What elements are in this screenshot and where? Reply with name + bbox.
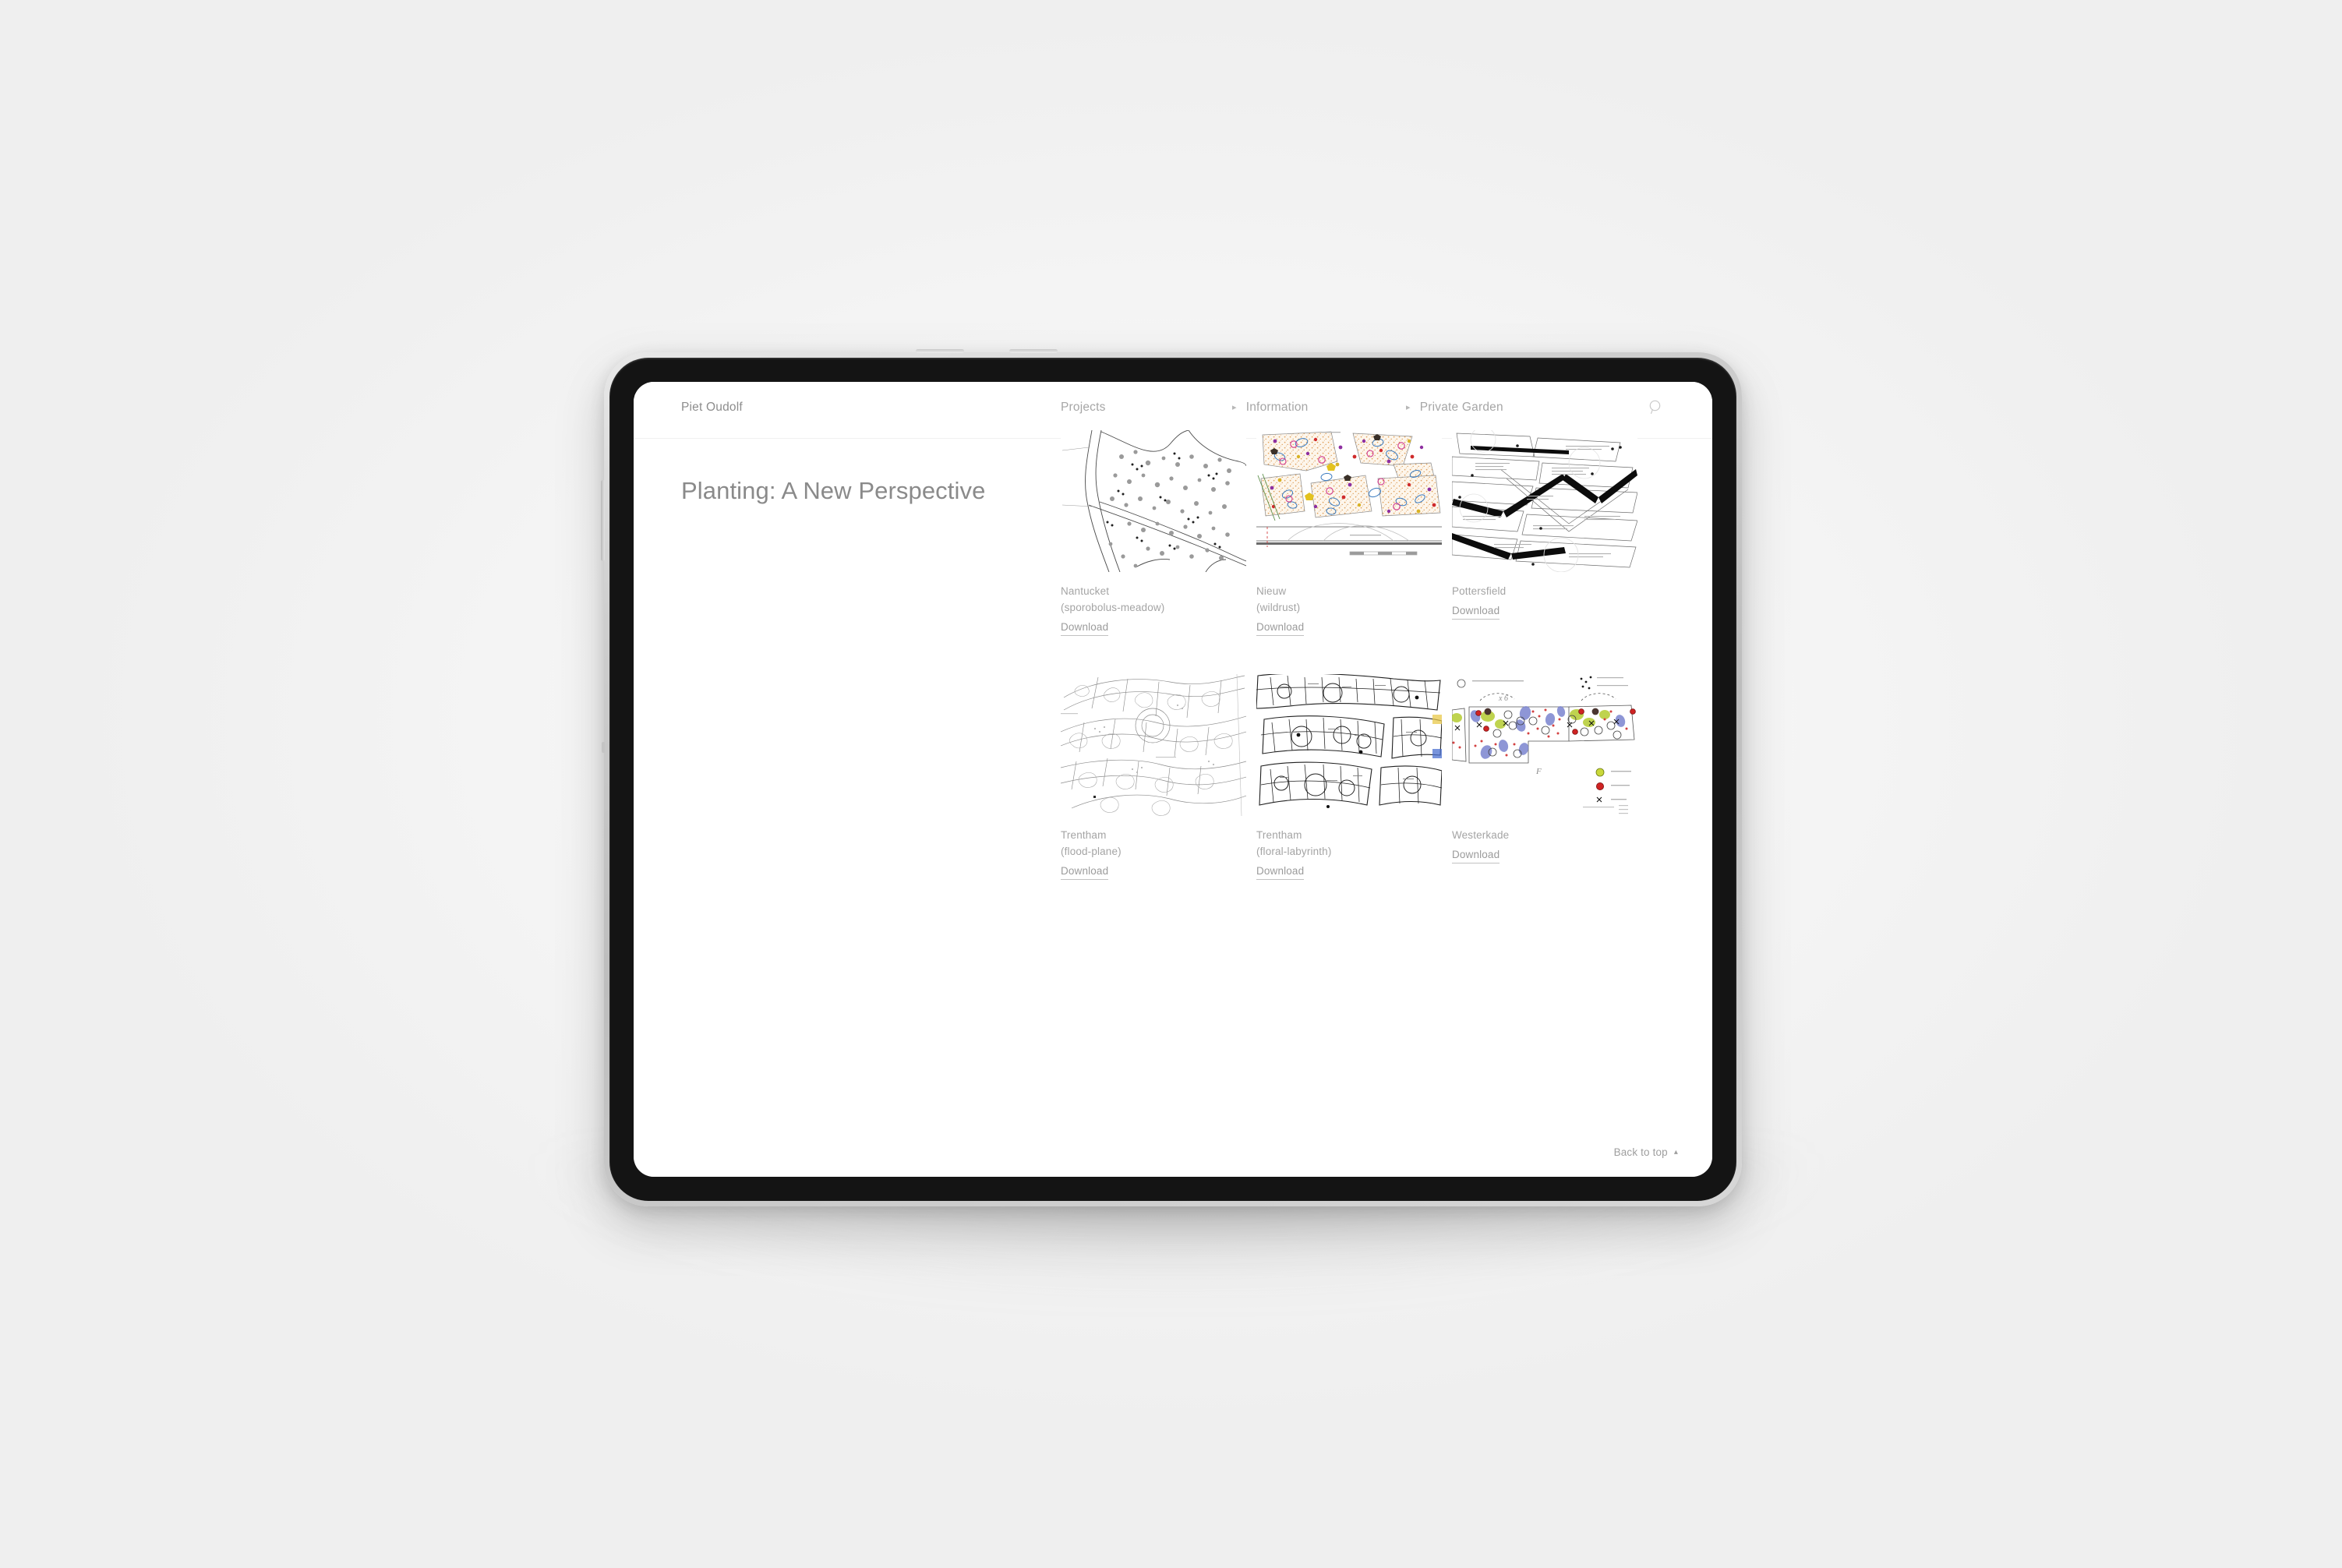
- download-link[interactable]: Download: [1452, 602, 1500, 620]
- chevron-up-icon: ▴: [1673, 1147, 1678, 1157]
- device-screen: Piet Oudolf Projects ▸ Information ▸ Pri…: [634, 382, 1712, 1177]
- plan-caption: Nantucket (sporobolus-meadow) Download: [1061, 572, 1246, 636]
- camera-dot-icon: [602, 742, 605, 753]
- plan-title: Trentham: [1256, 829, 1302, 841]
- chevron-right-icon: ▸: [1232, 402, 1237, 412]
- back-to-top-link[interactable]: Back to top ▴: [1614, 1146, 1678, 1158]
- site-brand[interactable]: Piet Oudolf: [681, 401, 743, 415]
- plan-title: Nieuw: [1256, 585, 1287, 597]
- plan-grid-row: Trentham (flood-plane) Download Trentham…: [1061, 674, 1637, 880]
- plan-caption: Pottersfield Download: [1452, 572, 1637, 620]
- search-icon[interactable]: [1646, 397, 1666, 418]
- page-title: Planting: A New Perspective: [681, 477, 986, 504]
- plan-card-trentham-flood-plane[interactable]: Trentham (flood-plane) Download: [1061, 674, 1246, 880]
- tablet-device: Piet Oudolf Projects ▸ Information ▸ Pri…: [601, 349, 1742, 1206]
- chevron-right-icon: ▸: [1406, 402, 1411, 412]
- nav-item-information[interactable]: ▸ Information: [1232, 401, 1308, 415]
- device-bezel: Piet Oudolf Projects ▸ Information ▸ Pri…: [609, 358, 1736, 1201]
- plan-caption: Trentham (floral-labyrinth) Download: [1256, 816, 1442, 880]
- nav-label-private-garden: Private Garden: [1419, 401, 1503, 414]
- plan-thumbnail-pottersfield[interactable]: [1452, 430, 1637, 572]
- download-link[interactable]: Download: [1061, 863, 1109, 880]
- plan-thumbnail-westerkade[interactable]: F x 6: [1452, 674, 1637, 816]
- plan-caption: Trentham (flood-plane) Download: [1061, 816, 1246, 880]
- download-link[interactable]: Download: [1061, 619, 1109, 636]
- plan-card-pottersfield[interactable]: Pottersfield Download: [1452, 430, 1637, 636]
- plan-title: Nantucket: [1061, 585, 1110, 597]
- top-button-secondary[interactable]: [1009, 349, 1058, 353]
- plan-subtitle: (wildrust): [1256, 602, 1301, 613]
- plan-thumbnail-nieuw[interactable]: [1256, 430, 1442, 572]
- webpage: Piet Oudolf Projects ▸ Information ▸ Pri…: [634, 382, 1712, 1177]
- plan-thumbnail-nantucket[interactable]: [1061, 430, 1246, 572]
- download-link[interactable]: Download: [1452, 846, 1500, 863]
- plan-title: Trentham: [1061, 829, 1107, 841]
- volume-button[interactable]: [601, 480, 605, 561]
- download-link[interactable]: Download: [1256, 619, 1305, 636]
- power-button[interactable]: [916, 349, 964, 353]
- plan-subtitle: (floral-labyrinth): [1256, 846, 1332, 857]
- plan-thumbnail-trentham-floral-labyrinth[interactable]: [1256, 674, 1442, 816]
- plan-title: Westerkade: [1452, 829, 1510, 841]
- download-link[interactable]: Download: [1256, 863, 1305, 880]
- plan-card-nieuw[interactable]: Nieuw (wildrust) Download: [1256, 430, 1442, 636]
- svg-text:x 6: x 6: [1498, 694, 1508, 703]
- plan-subtitle: (sporobolus-meadow): [1061, 602, 1165, 613]
- back-to-top-label: Back to top: [1613, 1146, 1668, 1158]
- svg-text:F: F: [1535, 767, 1542, 776]
- plan-card-trentham-floral-labyrinth[interactable]: Trentham (floral-labyrinth) Download: [1256, 674, 1442, 880]
- plan-grid: Nantucket (sporobolus-meadow) Download N…: [1061, 430, 1637, 918]
- plan-grid-row: Nantucket (sporobolus-meadow) Download N…: [1061, 430, 1637, 636]
- nav-label-projects: Projects: [1061, 401, 1106, 414]
- plan-caption: Nieuw (wildrust) Download: [1256, 572, 1442, 636]
- plan-title: Pottersfield: [1452, 585, 1507, 597]
- nav-label-information: Information: [1245, 401, 1309, 414]
- nav-item-projects[interactable]: Projects: [1061, 401, 1106, 415]
- nav-item-private-garden[interactable]: ▸ Private Garden: [1406, 401, 1503, 415]
- plan-card-nantucket[interactable]: Nantucket (sporobolus-meadow) Download: [1061, 430, 1246, 636]
- plan-subtitle: (flood-plane): [1061, 846, 1122, 857]
- plan-caption: Westerkade Download: [1452, 816, 1637, 863]
- plan-card-westerkade[interactable]: F x 6 Westerkade Download: [1452, 674, 1637, 880]
- plan-thumbnail-trentham-flood-plane[interactable]: [1061, 674, 1246, 816]
